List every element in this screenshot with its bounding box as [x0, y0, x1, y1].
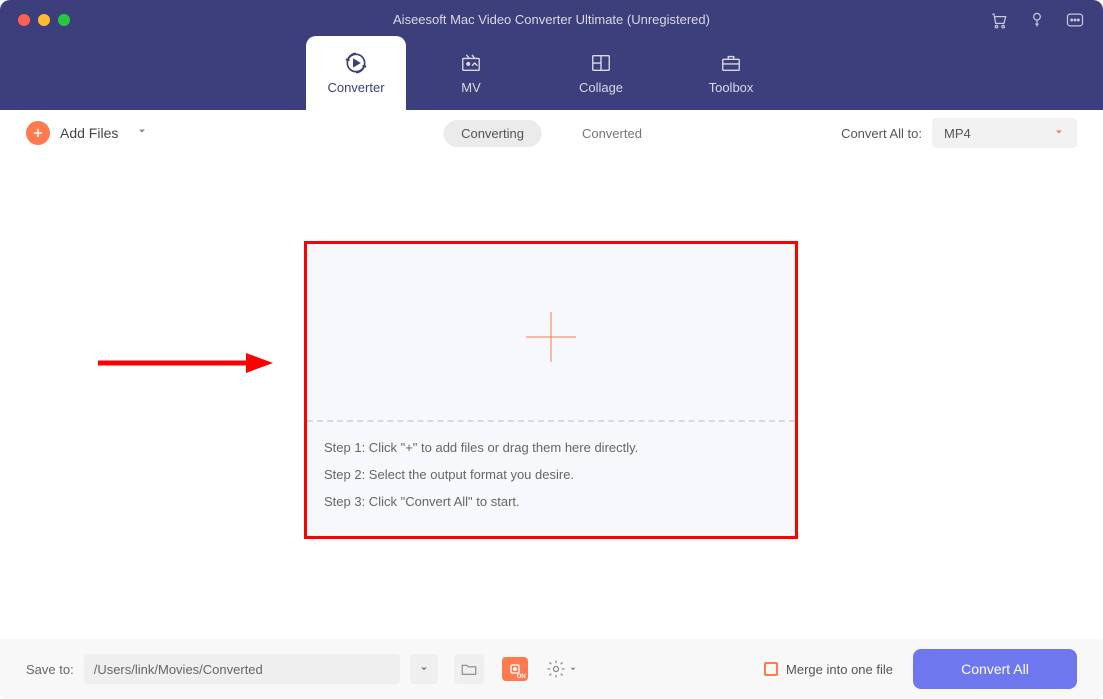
- main-content: Step 1: Click "+" to add files or drag t…: [0, 156, 1103, 636]
- divider: [307, 420, 795, 422]
- convert-all-button-label: Convert All: [961, 661, 1029, 677]
- tab-converter[interactable]: Converter: [306, 36, 406, 110]
- header-right-icons: [989, 10, 1085, 30]
- convert-all-to-group: Convert All to: MP4: [841, 118, 1077, 148]
- step-3-text: Step 3: Click "Convert All" to start.: [324, 494, 778, 509]
- save-to-label: Save to:: [26, 662, 74, 677]
- chevron-down-icon[interactable]: [136, 124, 148, 142]
- key-icon[interactable]: [1027, 10, 1047, 30]
- step-1-text: Step 1: Click "+" to add files or drag t…: [324, 440, 778, 455]
- merge-checkbox[interactable]: [764, 662, 778, 676]
- toolbox-icon: [718, 52, 744, 74]
- format-select[interactable]: MP4: [932, 118, 1077, 148]
- tab-converting[interactable]: Converting: [443, 120, 542, 147]
- cart-icon[interactable]: [989, 10, 1009, 30]
- tab-toolbox-label: Toolbox: [709, 80, 754, 95]
- gpu-icon: ON: [502, 657, 528, 681]
- settings-button[interactable]: [546, 654, 578, 684]
- tab-mv-label: MV: [461, 80, 481, 95]
- convert-all-to-label: Convert All to:: [841, 126, 922, 141]
- add-files-label: Add Files: [60, 125, 118, 141]
- tab-collage[interactable]: Collage: [536, 36, 666, 110]
- save-path-field[interactable]: /Users/link/Movies/Converted: [84, 654, 400, 684]
- gear-icon: [546, 659, 566, 679]
- tab-converter-label: Converter: [327, 80, 384, 95]
- tab-collage-label: Collage: [579, 80, 623, 95]
- feedback-icon[interactable]: [1065, 10, 1085, 30]
- instructions: Step 1: Click "+" to add files or drag t…: [324, 440, 778, 509]
- add-files-button[interactable]: Add Files: [26, 121, 148, 145]
- merge-label: Merge into one file: [786, 662, 893, 677]
- chevron-down-icon: [568, 664, 578, 674]
- converter-icon: [343, 52, 369, 74]
- save-path-dropdown[interactable]: [410, 654, 438, 684]
- save-path-value: /Users/link/Movies/Converted: [94, 662, 263, 677]
- toolbar: Add Files Converting Converted Convert A…: [0, 110, 1103, 156]
- tab-toolbox[interactable]: Toolbox: [666, 36, 796, 110]
- window-title: Aiseesoft Mac Video Converter Ultimate (…: [0, 12, 1103, 27]
- convert-all-button[interactable]: Convert All: [913, 649, 1077, 689]
- open-folder-button[interactable]: [454, 654, 484, 684]
- tab-converted[interactable]: Converted: [564, 120, 660, 147]
- annotation-arrow: [98, 351, 273, 375]
- collage-icon: [588, 52, 614, 74]
- chevron-down-icon: [1053, 126, 1065, 141]
- header-bar: Aiseesoft Mac Video Converter Ultimate (…: [0, 0, 1103, 110]
- footer-bar: Save to: /Users/link/Movies/Converted ON…: [0, 639, 1103, 699]
- drop-area[interactable]: Step 1: Click "+" to add files or drag t…: [304, 241, 798, 539]
- format-value: MP4: [944, 126, 971, 141]
- plus-icon: [26, 121, 50, 145]
- step-2-text: Step 2: Select the output format you des…: [324, 467, 778, 482]
- add-file-plus-icon[interactable]: [526, 312, 576, 362]
- main-tabs: Converter MV Collage Toolbox: [0, 36, 1103, 110]
- app-window: Aiseesoft Mac Video Converter Ultimate (…: [0, 0, 1103, 699]
- status-tabs: Converting Converted: [443, 120, 660, 147]
- mv-icon: [458, 52, 484, 74]
- gpu-accel-button[interactable]: ON: [500, 654, 530, 684]
- merge-checkbox-group[interactable]: Merge into one file: [764, 662, 893, 677]
- tab-mv[interactable]: MV: [406, 36, 536, 110]
